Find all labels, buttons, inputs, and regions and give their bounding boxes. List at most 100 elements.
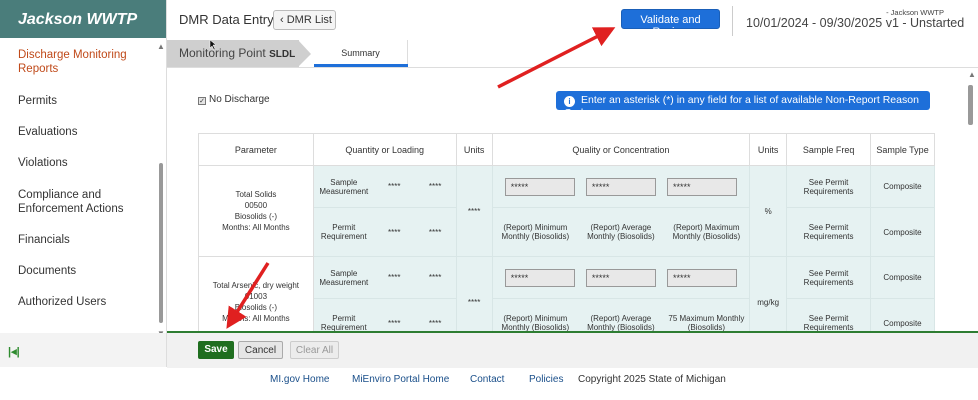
quality-input-max[interactable]: ***** [666, 268, 737, 287]
permit-limit-avg: (Report) Average Monthly (Biosolids) [587, 223, 655, 241]
sample-freq: See Permit Requirements [786, 256, 872, 299]
content-scroll-up-icon[interactable]: ▲ [968, 70, 976, 79]
quantity-value-1: **** [388, 273, 401, 282]
header-parameter: Parameter [198, 133, 314, 166]
page-title: DMR Data Entry [179, 12, 274, 27]
permit-limit-max: (Report) Maximum Monthly (Biosolids) [672, 223, 741, 241]
table-row: Total Arsenic, dry weight 01003 Biosolid… [198, 256, 935, 348]
chevron-left-icon: ‹ [280, 14, 287, 26]
footer-link-mi-gov[interactable]: MI.gov Home [270, 374, 329, 385]
footer-link-contact[interactable]: Contact [470, 374, 504, 385]
table-row: Total Solids 00500 Biosolids (-) Months:… [198, 165, 935, 257]
quality-input-min[interactable]: ***** [504, 268, 575, 287]
sidebar-scroll-up-icon[interactable]: ▲ [157, 42, 165, 51]
quantity-value-1: **** [388, 318, 401, 328]
quantity-cell: Permit Requirement **** **** [312, 207, 457, 257]
header-quality: Quality or Concentration [491, 133, 751, 166]
header-units-2: Units [749, 133, 788, 166]
parameter-name: Total Solids [235, 190, 277, 199]
permit-limit-max: 75 Maximum Monthly (Biosolids) [668, 314, 745, 332]
sidebar-item-evaluations[interactable]: Evaluations [0, 125, 150, 139]
parameter-cell: Total Solids 00500 Biosolids (-) Months:… [198, 165, 314, 257]
active-tab-indicator [314, 64, 408, 67]
sidebar-item-financials[interactable]: Financials [0, 233, 150, 247]
header-units-1: Units [455, 133, 493, 166]
header-sample-freq: Sample Freq [786, 133, 872, 166]
sidebar-item-dmr[interactable]: Discharge Monitoring Reports [0, 48, 150, 76]
quality-input-max[interactable]: ***** [666, 177, 737, 196]
header-divider [732, 6, 733, 36]
no-discharge-label: No Discharge [209, 94, 270, 105]
app-brand[interactable]: Jackson WWTP [0, 0, 166, 38]
sidebar-item-violations[interactable]: Violations [0, 156, 150, 170]
footer-link-policies[interactable]: Policies [529, 374, 563, 385]
no-discharge-checkbox[interactable]: ✓ No Discharge [198, 94, 270, 105]
save-button[interactable]: Save [198, 341, 234, 359]
permit-limit-min: (Report) Minimum Monthly (Biosolids) [501, 314, 570, 332]
quality-input-avg[interactable]: ***** [585, 177, 656, 196]
quantity-units: **** [455, 165, 493, 257]
quantity-value-1: **** [388, 182, 401, 191]
monitoring-point-label: Monitoring Point [179, 46, 266, 60]
quality-input-avg[interactable]: ***** [585, 268, 656, 287]
action-bar [167, 331, 978, 368]
permit-limit-avg: (Report) Average Monthly (Biosolids) [587, 314, 655, 332]
monitoring-point-value: SLDL [269, 49, 296, 60]
parameter-code: 00500 [244, 201, 268, 210]
quantity-value-2: **** [428, 227, 442, 237]
header-quantity: Quantity or Loading [312, 133, 457, 166]
sidebar-item-permits[interactable]: Permits [0, 94, 150, 108]
content-scrollbar[interactable] [968, 85, 973, 125]
cancel-button[interactable]: Cancel [238, 341, 283, 359]
quality-units: % [749, 165, 788, 257]
row-label: Permit Requirement [320, 223, 367, 241]
footer-link-portal[interactable]: MiEnviro Portal Home [352, 374, 449, 385]
quantity-value-2: **** [428, 318, 442, 328]
sample-freq: See Permit Requirements [786, 165, 872, 208]
quality-inputs: ***** ***** ***** [491, 165, 751, 208]
quality-inputs: ***** ***** ***** [491, 256, 751, 299]
dmr-list-button[interactable]: ‹ DMR List [273, 10, 336, 30]
sample-type: Composite [870, 207, 935, 257]
sidebar-scrollbar[interactable] [159, 163, 163, 323]
parameter-name: Total Arsenic, dry weight [212, 281, 300, 290]
permit-limits: (Report) Minimum Monthly (Biosolids) (Re… [491, 207, 751, 257]
parameter-location: Biosolids (-) [234, 212, 278, 221]
tab-summary[interactable]: Summary [314, 40, 408, 67]
breadcrumb-arrow [298, 40, 311, 67]
info-banner-text: Enter an asterisk (*) in any field for a… [564, 94, 919, 119]
sidebar-item-authorized-users[interactable]: Authorized Users [0, 295, 150, 309]
header-sample-type: Sample Type [870, 133, 935, 166]
quantity-cell: Sample Measurement **** **** [312, 256, 457, 299]
sample-freq: See Permit Requirements [786, 207, 872, 257]
sidebar-item-documents[interactable]: Documents [0, 264, 150, 278]
row-label: Permit Requirement [320, 314, 367, 332]
info-icon: i [564, 96, 575, 107]
row-label: Sample Measurement [319, 268, 369, 287]
parameter-months: Months: All Months [222, 223, 290, 232]
quantity-value-2: **** [428, 182, 442, 191]
sample-type: Composite [870, 165, 935, 208]
parameter-location: Biosolids (-) [234, 303, 278, 312]
sidebar-item-compliance[interactable]: Compliance and Enforcement Actions [0, 188, 150, 216]
clear-all-button[interactable]: Clear All [290, 341, 339, 359]
validate-review-button[interactable]: Validate and Review [621, 9, 720, 38]
info-banner: i Enter an asterisk (*) in any field for … [556, 91, 930, 119]
parameter-code: 01003 [244, 292, 268, 301]
permit-limit-min: (Report) Minimum Monthly (Biosolids) [501, 223, 570, 241]
reporting-period: 10/01/2024 - 09/30/2025 v1 - Unstarted [746, 16, 965, 30]
footer-copyright: Copyright 2025 State of Michigan [578, 374, 726, 385]
collapse-sidebar-icon[interactable]: |◂| [8, 345, 20, 358]
tab-monitoring-point[interactable]: Monitoring Point SLDL [167, 40, 299, 67]
dmr-table: Parameter Quantity or Loading Units Qual… [198, 133, 935, 348]
parameter-months: Months: All Months [222, 314, 290, 323]
sidebar-footer [0, 333, 166, 367]
quantity-value-1: **** [388, 227, 401, 237]
checkbox-icon[interactable]: ✓ [198, 97, 206, 105]
dmr-list-label: DMR List [286, 14, 332, 26]
sample-type: Composite [870, 256, 935, 299]
row-label: Sample Measurement [319, 177, 369, 196]
quantity-value-2: **** [428, 273, 442, 282]
quality-input-min[interactable]: ***** [504, 177, 575, 196]
quantity-cell: Sample Measurement **** **** [312, 165, 457, 208]
